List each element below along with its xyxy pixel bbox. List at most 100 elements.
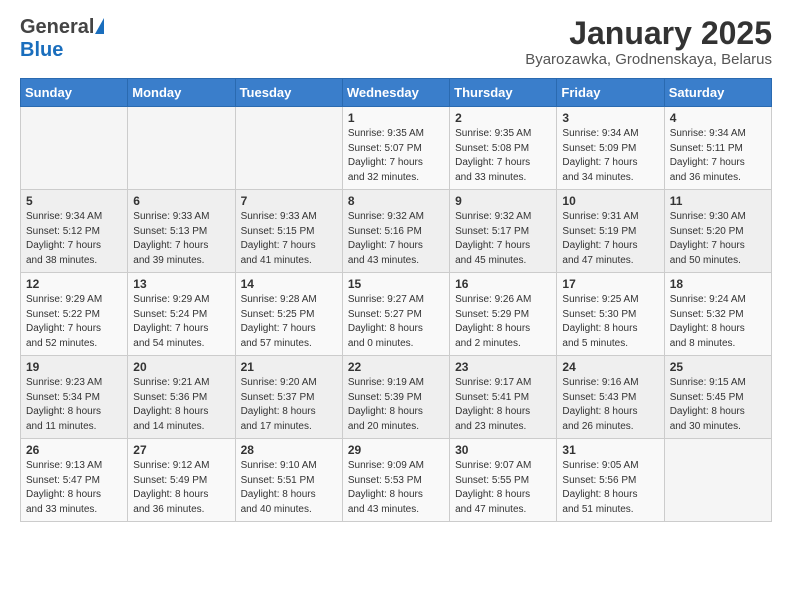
day-content: Sunrise: 9:09 AMSunset: 5:53 PMDaylight:… — [348, 459, 444, 517]
day-content: Sunrise: 9:32 AMSunset: 5:16 PMDaylight:… — [348, 210, 444, 268]
day-content: Sunrise: 9:21 AMSunset: 5:36 PMDaylight:… — [133, 376, 229, 434]
day-number: 3 — [562, 111, 658, 125]
calendar-week-3: 12 Sunrise: 9:29 AMSunset: 5:22 PMDayligh… — [21, 273, 772, 356]
title-block: January 2025 Byarozawka, Grodnenskaya, B… — [525, 16, 772, 68]
day-number: 13 — [133, 277, 229, 291]
table-row: 28Sunrise: 9:10 AMSunset: 5:51 PMDayligh… — [235, 439, 342, 522]
day-content: Sunrise: 9:33 AMSunset: 5:15 PMDaylight:… — [241, 210, 337, 268]
calendar-week-5: 26 Sunrise: 9:13 AMSunset: 5:47 PMDayligh… — [21, 439, 772, 522]
table-row: 30 Sunrise: 9:07 AMSunset: 5:55 PMDayligh… — [450, 439, 557, 522]
day-content: Sunrise: 9:31 AMSunset: 5:19 PMDaylight:… — [562, 210, 658, 268]
day-number: 17 — [562, 277, 658, 291]
day-number: 10 — [562, 194, 658, 208]
day-number: 2 — [455, 111, 551, 125]
day-content: Sunrise: 9:28 AMSunset: 5:25 PMDaylight:… — [241, 293, 337, 351]
day-content: Sunrise: 9:34 AMSunset: 5:09 PMDaylight:… — [562, 127, 658, 185]
table-row: 16Sunrise: 9:26 AMSunset: 5:29 PMDayligh… — [450, 273, 557, 356]
day-number: 25 — [670, 360, 766, 374]
table-row: 24 Sunrise: 9:16 AMSunset: 5:43 PMDayligh… — [557, 356, 664, 439]
day-content: Sunrise: 9:17 AMSunset: 5:41 PMDaylight:… — [455, 376, 551, 434]
table-row — [128, 107, 235, 190]
day-content: Sunrise: 9:30 AMSunset: 5:20 PMDaylight:… — [670, 210, 766, 268]
day-number: 7 — [241, 194, 337, 208]
calendar-week-4: 19Sunrise: 9:23 AMSunset: 5:34 PMDayligh… — [21, 356, 772, 439]
day-content: Sunrise: 9:34 AMSunset: 5:12 PMDaylight:… — [26, 210, 122, 268]
day-number: 20 — [133, 360, 229, 374]
table-row: 3 Sunrise: 9:34 AMSunset: 5:09 PMDaylight… — [557, 107, 664, 190]
day-content: Sunrise: 9:25 AMSunset: 5:30 PMDaylight:… — [562, 293, 658, 351]
day-content: Sunrise: 9:07 AMSunset: 5:55 PMDaylight:… — [455, 459, 551, 517]
col-sunday: Sunday — [21, 79, 128, 107]
day-content: Sunrise: 9:34 AMSunset: 5:11 PMDaylight:… — [670, 127, 766, 185]
day-number: 29 — [348, 443, 444, 457]
table-row — [235, 107, 342, 190]
page: General Blue January 2025 Byarozawka, Gr… — [0, 0, 792, 612]
col-wednesday: Wednesday — [342, 79, 449, 107]
day-content: Sunrise: 9:13 AMSunset: 5:47 PMDaylight:… — [26, 459, 122, 517]
table-row: 4 Sunrise: 9:34 AMSunset: 5:11 PMDaylight… — [664, 107, 771, 190]
day-content: Sunrise: 9:35 AMSunset: 5:07 PMDaylight:… — [348, 127, 444, 185]
day-content: Sunrise: 9:16 AMSunset: 5:43 PMDaylight:… — [562, 376, 658, 434]
day-number: 6 — [133, 194, 229, 208]
col-friday: Friday — [557, 79, 664, 107]
table-row: 14 Sunrise: 9:28 AMSunset: 5:25 PMDayligh… — [235, 273, 342, 356]
day-content: Sunrise: 9:05 AMSunset: 5:56 PMDaylight:… — [562, 459, 658, 517]
day-number: 15 — [348, 277, 444, 291]
table-row: 2 Sunrise: 9:35 AMSunset: 5:08 PMDaylight… — [450, 107, 557, 190]
table-row: 8 Sunrise: 9:32 AMSunset: 5:16 PMDaylight… — [342, 190, 449, 273]
table-row: 6Sunrise: 9:33 AMSunset: 5:13 PMDaylight… — [128, 190, 235, 273]
day-number: 24 — [562, 360, 658, 374]
col-monday: Monday — [128, 79, 235, 107]
table-row: 29 Sunrise: 9:09 AMSunset: 5:53 PMDayligh… — [342, 439, 449, 522]
table-row: 11Sunrise: 9:30 AMSunset: 5:20 PMDayligh… — [664, 190, 771, 273]
table-row: 23 Sunrise: 9:17 AMSunset: 5:41 PMDayligh… — [450, 356, 557, 439]
table-row: 22Sunrise: 9:19 AMSunset: 5:39 PMDayligh… — [342, 356, 449, 439]
day-number: 21 — [241, 360, 337, 374]
day-content: Sunrise: 9:29 AMSunset: 5:24 PMDaylight:… — [133, 293, 229, 351]
day-content: Sunrise: 9:15 AMSunset: 5:45 PMDaylight:… — [670, 376, 766, 434]
day-content: Sunrise: 9:23 AMSunset: 5:34 PMDaylight:… — [26, 376, 122, 434]
calendar-header-row: Sunday Monday Tuesday Wednesday Thursday… — [21, 79, 772, 107]
day-number: 5 — [26, 194, 122, 208]
day-number: 14 — [241, 277, 337, 291]
table-row: 7 Sunrise: 9:33 AMSunset: 5:15 PMDaylight… — [235, 190, 342, 273]
table-row: 12 Sunrise: 9:29 AMSunset: 5:22 PMDayligh… — [21, 273, 128, 356]
table-row: 21Sunrise: 9:20 AMSunset: 5:37 PMDayligh… — [235, 356, 342, 439]
day-number: 27 — [133, 443, 229, 457]
table-row: 15 Sunrise: 9:27 AMSunset: 5:27 PMDayligh… — [342, 273, 449, 356]
day-content: Sunrise: 9:10 AMSunset: 5:51 PMDaylight:… — [241, 459, 337, 517]
table-row: 10 Sunrise: 9:31 AMSunset: 5:19 PMDayligh… — [557, 190, 664, 273]
day-number: 9 — [455, 194, 551, 208]
day-content: Sunrise: 9:12 AMSunset: 5:49 PMDaylight:… — [133, 459, 229, 517]
day-content: Sunrise: 9:35 AMSunset: 5:08 PMDaylight:… — [455, 127, 551, 185]
day-content: Sunrise: 9:32 AMSunset: 5:17 PMDaylight:… — [455, 210, 551, 268]
table-row: 26 Sunrise: 9:13 AMSunset: 5:47 PMDayligh… — [21, 439, 128, 522]
day-number: 1 — [348, 111, 444, 125]
day-number: 4 — [670, 111, 766, 125]
calendar-subtitle: Byarozawka, Grodnenskaya, Belarus — [525, 51, 772, 68]
day-number: 23 — [455, 360, 551, 374]
col-tuesday: Tuesday — [235, 79, 342, 107]
day-content: Sunrise: 9:29 AMSunset: 5:22 PMDaylight:… — [26, 293, 122, 351]
day-number: 26 — [26, 443, 122, 457]
table-row — [21, 107, 128, 190]
day-content: Sunrise: 9:27 AMSunset: 5:27 PMDaylight:… — [348, 293, 444, 351]
calendar-table: Sunday Monday Tuesday Wednesday Thursday… — [20, 78, 772, 522]
table-row: 27 Sunrise: 9:12 AMSunset: 5:49 PMDayligh… — [128, 439, 235, 522]
col-thursday: Thursday — [450, 79, 557, 107]
calendar-week-2: 5 Sunrise: 9:34 AMSunset: 5:12 PMDaylight… — [21, 190, 772, 273]
logo-general: General — [20, 16, 94, 39]
day-number: 31 — [562, 443, 658, 457]
day-number: 30 — [455, 443, 551, 457]
table-row: 13 Sunrise: 9:29 AMSunset: 5:24 PMDayligh… — [128, 273, 235, 356]
logo-blue: Blue — [20, 39, 63, 61]
header: General Blue January 2025 Byarozawka, Gr… — [20, 16, 772, 68]
table-row: 31 Sunrise: 9:05 AMSunset: 5:56 PMDayligh… — [557, 439, 664, 522]
day-number: 8 — [348, 194, 444, 208]
table-row — [664, 439, 771, 522]
day-number: 12 — [26, 277, 122, 291]
day-number: 22 — [348, 360, 444, 374]
day-number: 16 — [455, 277, 551, 291]
day-number: 18 — [670, 277, 766, 291]
col-saturday: Saturday — [664, 79, 771, 107]
